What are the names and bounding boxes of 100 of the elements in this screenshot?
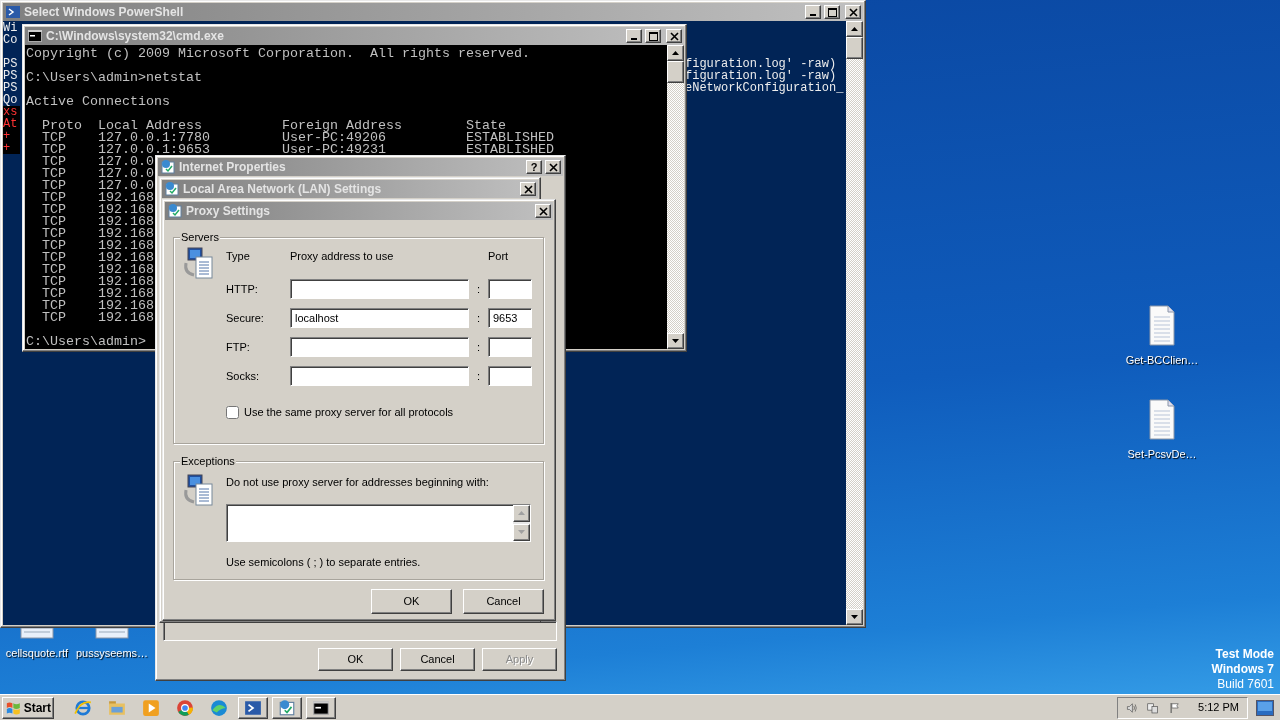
address-field[interactable]: localhost [290, 308, 469, 328]
console-text: PS [3, 82, 18, 94]
console-line: TCP 192.168 [41, 216, 154, 228]
clock[interactable]: 5:12 PM [1198, 699, 1239, 716]
maximize-button[interactable] [824, 5, 840, 19]
close-button[interactable] [520, 182, 536, 196]
checkbox-label[interactable]: Use the same proxy server for all protocols [244, 404, 454, 421]
close-button[interactable] [845, 5, 861, 19]
settings-window-icon [167, 203, 183, 219]
folder-icon [108, 698, 126, 717]
colon-separator: : [476, 368, 481, 384]
address-field[interactable] [290, 366, 469, 386]
file-label[interactable]: Get-BCClien… [1125, 352, 1199, 369]
scroll-down-button[interactable] [846, 609, 863, 625]
console-line: C:\Users\admin> [26, 336, 146, 348]
down-arrow-icon [518, 530, 525, 534]
console-text: Qo [3, 94, 18, 106]
field-label: HTTP: [226, 281, 259, 297]
console-line: TCP 192.168 [41, 276, 154, 288]
terminal-icon [5, 4, 21, 20]
scroll-down-button[interactable] [667, 333, 684, 349]
field-label: Secure: [226, 310, 265, 326]
document-icon [1146, 305, 1178, 347]
minimize-button[interactable] [805, 5, 821, 19]
close-button[interactable] [666, 29, 682, 43]
maximize-button[interactable] [645, 29, 661, 43]
settings-window-icon [160, 159, 176, 175]
console-line: TCP 192.168 [41, 192, 154, 204]
console-text: Co [3, 34, 18, 46]
scroll-thumb[interactable] [846, 37, 863, 59]
start-button[interactable]: Start [2, 696, 54, 719]
terminal-icon [244, 698, 262, 717]
file-label[interactable]: Set-PcsvDe… [1127, 445, 1197, 462]
notice-text: Windows 7 [1211, 662, 1274, 677]
help-button[interactable]: ? [526, 160, 542, 174]
cancel-button[interactable]: Cancel [400, 648, 475, 671]
taskbar-button[interactable] [238, 696, 268, 719]
minimize-icon [810, 14, 816, 16]
scroll-down-button[interactable] [513, 523, 530, 541]
console-text: PS [3, 70, 18, 82]
console-line: TCP 192.168 [41, 264, 154, 276]
scroll-thumb[interactable] [667, 61, 684, 83]
dialog-button[interactable]: OK [318, 648, 393, 671]
address-field[interactable] [290, 279, 469, 299]
minimize-icon [631, 38, 637, 40]
close-icon [523, 184, 533, 194]
console-text: PS [3, 58, 18, 70]
window-title: Internet Properties [179, 159, 287, 176]
up-arrow-icon [672, 51, 679, 55]
scroll-up-button[interactable] [667, 45, 684, 61]
console-line: Proto Local Address Foreign Address State [41, 120, 506, 132]
port-field[interactable]: 9653 [488, 308, 532, 328]
checkbox[interactable] [226, 405, 239, 419]
window-title: Proxy Settings [186, 203, 272, 220]
browser-icon [74, 698, 92, 717]
file-label[interactable]: cellsquote.rtf [5, 645, 69, 662]
ok-button[interactable]: OK [371, 589, 452, 614]
scroll-up-button[interactable] [846, 21, 863, 37]
console-text: figuration.log' -raw) [685, 58, 837, 70]
cancel-button[interactable]: Cancel [463, 589, 544, 614]
scroll-up-button[interactable] [513, 504, 530, 522]
address-field[interactable] [290, 337, 469, 357]
instruction-text: Do not use proxy server for addresses beginning with: [226, 475, 489, 490]
close-icon [548, 162, 558, 172]
console-line: TCP 127.0.0.1:9653 User-PC:49231 ESTABLISHED [41, 144, 554, 156]
settings-window-icon [278, 698, 296, 717]
minimize-button[interactable] [626, 29, 642, 43]
console-line: C:\Users\admin>netstat [26, 72, 202, 84]
scrollbar[interactable] [846, 21, 863, 625]
column-header: Type [226, 248, 251, 264]
console-line: TCP 192.168 [41, 312, 154, 324]
field-label: FTP: [226, 339, 251, 355]
taskbar-button[interactable] [272, 696, 302, 719]
console-line: Active Connections [26, 96, 170, 108]
taskbar-button[interactable] [306, 696, 336, 719]
port-field[interactable] [488, 366, 532, 386]
maximize-icon [648, 31, 658, 41]
console-line: TCP 192.168 [41, 228, 154, 240]
console-line: Copyright (c) 2009 Microsoft Corporation. All rights reserved. [26, 48, 530, 60]
close-icon [669, 31, 679, 41]
port-field[interactable] [488, 337, 532, 357]
console-line: TCP 127.0.0.1:7780 User-PC:49206 ESTABLISHED [41, 132, 554, 144]
port-field[interactable] [488, 279, 532, 299]
close-button[interactable] [535, 204, 551, 218]
console-icon [312, 698, 330, 717]
close-button[interactable] [545, 160, 561, 174]
up-arrow-icon [851, 27, 858, 31]
console-text: eNetworkConfiguration_ [685, 82, 844, 94]
console-text: + [3, 142, 20, 154]
close-icon [538, 206, 548, 216]
scrollbar[interactable] [667, 45, 684, 349]
close-icon [848, 7, 858, 17]
console-line: TCP 192.168 [41, 240, 154, 252]
window-title: Select Windows PowerShell [24, 4, 185, 21]
computer-document-icon [182, 247, 214, 279]
file-label[interactable]: pussyseems… [75, 645, 149, 662]
exceptions-field[interactable] [226, 503, 531, 542]
computer-document-icon [182, 474, 214, 506]
field-label: Socks: [226, 368, 260, 384]
window-title: Local Area Network (LAN) Settings [183, 181, 383, 198]
